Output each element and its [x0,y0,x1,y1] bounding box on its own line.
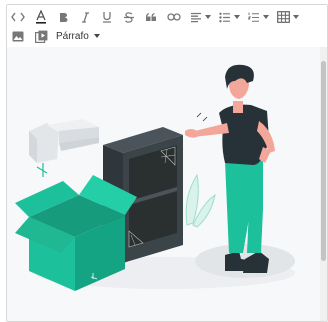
quote-icon [146,13,156,21]
toolbar-row-2: Párrafo [7,26,100,46]
format-select[interactable]: Párrafo [56,26,100,46]
bullet-list-dropdown[interactable] [218,7,240,27]
link-button[interactable] [166,7,182,27]
bullet-list-icon [218,12,231,23]
numbered-list-icon [247,12,260,23]
underline-icon [102,11,112,23]
text-color-icon [35,10,47,24]
person-figure [185,64,275,273]
rich-text-editor: Párrafo [6,4,328,322]
bold-button[interactable] [56,7,70,27]
vertical-scrollbar[interactable] [320,47,327,321]
insert-media-button[interactable] [33,26,49,46]
insert-image-button[interactable] [10,26,26,46]
quote-button[interactable] [144,7,158,27]
text-color-button[interactable] [33,7,49,27]
link-icon [167,13,181,21]
align-dropdown[interactable] [189,7,211,27]
person-with-shelf-illustration [15,64,295,291]
align-left-icon [190,12,202,23]
table-icon [277,11,290,23]
editor-content[interactable] [7,47,327,321]
table-dropdown[interactable] [276,7,300,27]
italic-button[interactable] [78,7,92,27]
underline-button[interactable] [100,7,114,27]
plant-leaves [185,173,216,228]
chevron-down-icon [93,34,100,38]
strikethrough-icon [123,11,135,23]
numbered-list-dropdown[interactable] [247,7,269,27]
chevron-down-icon [293,15,299,19]
bold-icon [59,12,68,23]
code-view-button[interactable] [10,7,26,27]
chevron-down-icon [233,15,240,19]
armchair-background [29,119,99,163]
italic-icon [81,11,90,23]
chevron-down-icon [262,15,269,19]
media-icon [34,30,48,43]
format-select-value: Párrafo [56,30,89,42]
strikethrough-button[interactable] [122,7,136,27]
code-icon [11,12,25,22]
image-icon [12,31,24,42]
toolbar-row-1 [7,7,300,27]
chevron-down-icon [204,15,211,19]
scrollbar-thumb[interactable] [321,61,326,261]
editor-toolbar: Párrafo [7,5,327,47]
